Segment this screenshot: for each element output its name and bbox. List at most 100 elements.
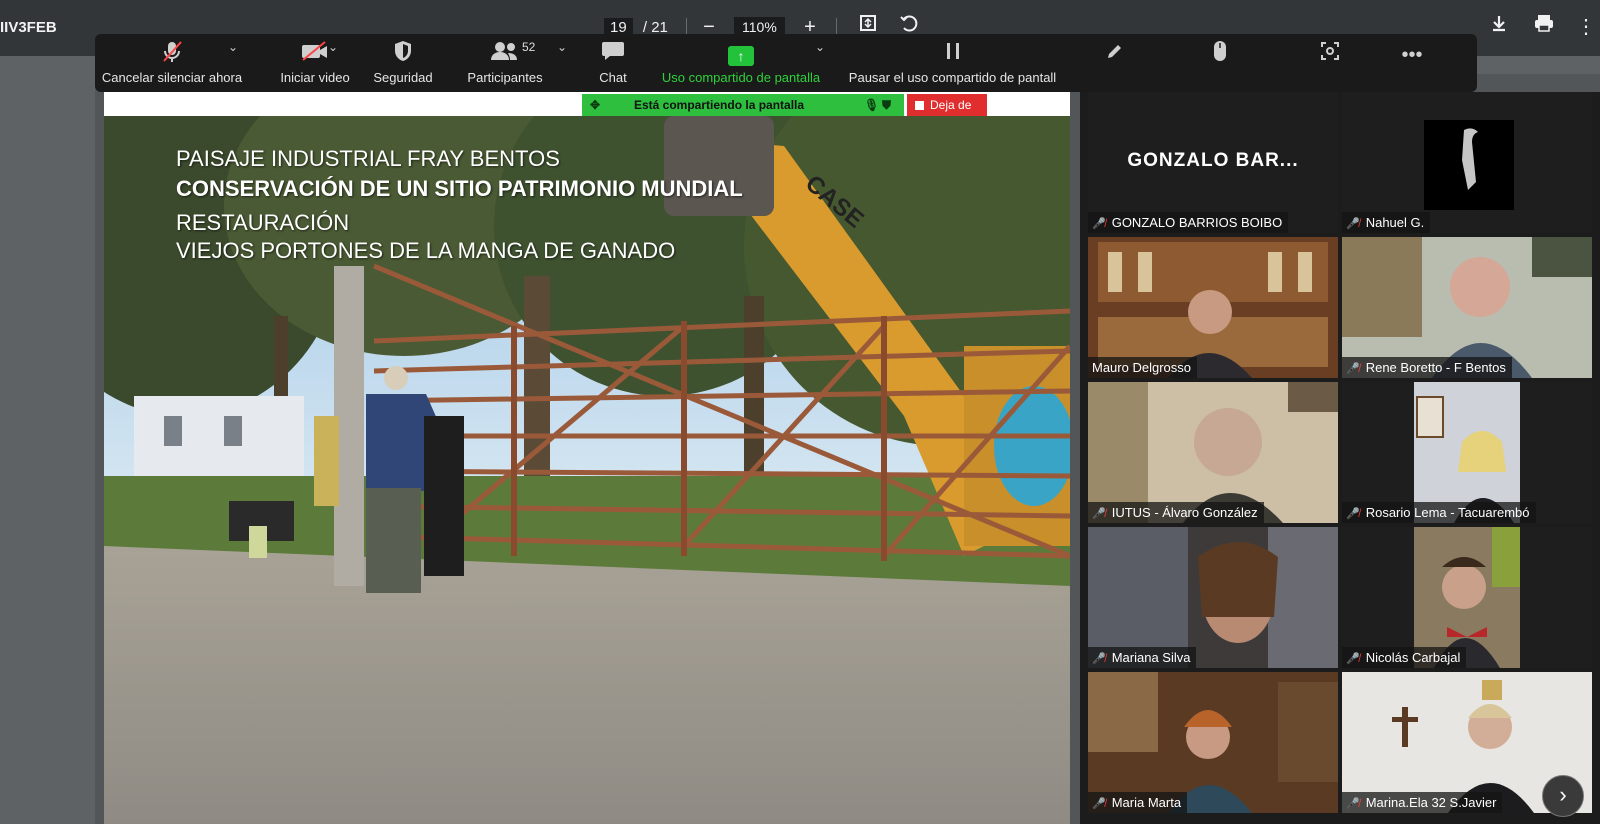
share-screen-arrow-icon: ↑ bbox=[728, 46, 754, 66]
muted-microphone-icon bbox=[97, 40, 247, 70]
participant-tile[interactable]: 🎤̸ Mariana Silva bbox=[1088, 527, 1338, 668]
printer-icon bbox=[1535, 15, 1553, 32]
muted-mic-icon: 🎤̸ bbox=[1092, 653, 1106, 665]
participant-tile-active-speaker[interactable]: Mauro Delgrosso bbox=[1088, 237, 1338, 378]
muted-mic-icon: 🎤̸ bbox=[1092, 218, 1106, 230]
print-button[interactable] bbox=[1530, 13, 1558, 41]
participant-name: Mariana Silva bbox=[1111, 650, 1191, 665]
participant-name: Nicolás Carbajal bbox=[1365, 650, 1461, 665]
mouse-icon bbox=[1205, 40, 1235, 70]
participant-name-tag: 🎤̸ Nahuel G. bbox=[1342, 212, 1431, 233]
muted-mic-icon: 🎤̸ bbox=[1346, 218, 1360, 230]
participants-count: 52 bbox=[522, 40, 536, 54]
pencil-icon bbox=[1100, 40, 1130, 70]
muted-mic-icon: 🎤̸ bbox=[1346, 653, 1360, 665]
drag-handle-icon[interactable]: ✥ bbox=[590, 94, 600, 117]
security-button[interactable]: Seguridad bbox=[357, 34, 449, 92]
start-video-button[interactable]: Iniciar video bbox=[260, 34, 370, 92]
slide-title-line-2: CONSERVACIÓN DE UN SITIO PATRIMONIO MUND… bbox=[176, 176, 743, 201]
participants-label: Participantes bbox=[467, 70, 543, 85]
pdf-sidebar bbox=[0, 56, 95, 824]
unmute-button[interactable]: Cancelar silenciar ahora bbox=[97, 34, 247, 92]
people-icon bbox=[460, 40, 550, 70]
participant-name-tag: 🎤̸ Rene Boretto - F Bentos bbox=[1342, 357, 1512, 378]
participant-name: Maria Marta bbox=[1111, 795, 1182, 810]
remote-control-button[interactable] bbox=[1205, 34, 1235, 92]
participant-tile[interactable]: 🎤̸ Nicolás Carbajal bbox=[1342, 527, 1592, 668]
participant-tile[interactable]: GONZALO BAR... 🎤̸ GONZALO BARRIOS BOIBO bbox=[1088, 92, 1338, 233]
pdf-scroll-strip bbox=[1470, 56, 1600, 74]
participant-name: Rene Boretto - F Bentos bbox=[1365, 360, 1506, 375]
unmute-label: Cancelar silenciar ahora bbox=[101, 70, 243, 85]
shield-icon bbox=[357, 40, 449, 70]
participant-name-tag: 🎤̸ Rosario Lema - Tacuarembó bbox=[1342, 502, 1536, 523]
stop-share-label: Deja de bbox=[930, 98, 972, 112]
participant-tile[interactable]: 🎤̸ Rene Boretto - F Bentos bbox=[1342, 237, 1592, 378]
video-options-chevron-icon[interactable]: ⌄ bbox=[328, 40, 338, 54]
banner-shield-icon: ⛊ bbox=[882, 98, 892, 112]
participant-name-tag: 🎤̸ GONZALO BARRIOS BOIBO bbox=[1088, 212, 1289, 233]
participant-tile[interactable]: 🎤̸ Maria Marta bbox=[1088, 672, 1338, 813]
chat-label: Chat bbox=[599, 70, 627, 85]
video-off-icon bbox=[260, 40, 370, 70]
participant-tile[interactable]: 🎤̸ Nahuel G. bbox=[1342, 92, 1592, 233]
document-title: IIV3FEB bbox=[0, 19, 57, 36]
participant-name-tag: 🎤̸ IUTUS - Álvaro González bbox=[1088, 502, 1264, 523]
share-options-chevron-icon[interactable]: ⌄ bbox=[815, 40, 825, 54]
participant-tile[interactable]: 🎤̸ Rosario Lema - Tacuarembó bbox=[1342, 382, 1592, 523]
participant-name-tag: 🎤̸ Mariana Silva bbox=[1088, 647, 1197, 668]
screen: IIV3FEB 19 / 21 − 110% + ⋮ Cancelar sile… bbox=[0, 0, 1600, 824]
muted-mic-icon: 🎤̸ bbox=[1346, 363, 1360, 375]
muted-mic-icon: 🎤̸ bbox=[1092, 798, 1106, 810]
participant-name: IUTUS - Álvaro González bbox=[1111, 505, 1258, 520]
stop-share-button[interactable]: Deja de bbox=[907, 94, 987, 117]
presentation-slide: CASE PAISAJE INDUSTRIAL FRAY BENTOS CONS… bbox=[104, 116, 1070, 824]
focus-frame-icon bbox=[1315, 40, 1345, 70]
banner-muted-mic-icon: 🎙 bbox=[864, 98, 880, 112]
participant-display-name: GONZALO BAR... bbox=[1127, 150, 1299, 171]
participant-name-tag: 🎤̸ Marina.Ela 32 S.Javier bbox=[1342, 792, 1503, 813]
pause-share-button[interactable]: Pausar el uso compartido de pantall bbox=[840, 34, 1065, 92]
chat-bubble-icon bbox=[583, 40, 643, 70]
next-page-button[interactable]: › bbox=[1542, 775, 1584, 817]
share-screen-label: Uso compartido de pantalla bbox=[661, 70, 821, 85]
participants-button[interactable]: Participantes bbox=[460, 34, 550, 92]
slide-title-line-1: PAISAJE INDUSTRIAL FRAY BENTOS bbox=[176, 146, 560, 171]
muted-mic-icon: 🎤̸ bbox=[1346, 798, 1360, 810]
muted-mic-icon: 🎤̸ bbox=[1346, 508, 1360, 520]
chat-button[interactable]: Chat bbox=[583, 34, 643, 92]
slide-title-line-3: RESTAURACIÓN bbox=[176, 210, 350, 235]
share-screen-button[interactable]: ↑ Uso compartido de pantalla bbox=[655, 34, 827, 92]
rotate-icon bbox=[900, 15, 918, 32]
more-options-button[interactable]: ••• bbox=[1397, 34, 1427, 92]
download-button[interactable] bbox=[1485, 13, 1513, 41]
participant-name-tag: 🎤̸ Nicolás Carbajal bbox=[1342, 647, 1467, 668]
stop-square-icon bbox=[915, 101, 924, 110]
participant-video bbox=[1424, 120, 1514, 210]
participant-name: Rosario Lema - Tacuarembó bbox=[1365, 505, 1530, 520]
more-menu-button[interactable]: ⋮ bbox=[1572, 13, 1600, 41]
sharing-banner-text: Está compartiendo la pantalla bbox=[634, 98, 805, 112]
audio-options-chevron-icon[interactable]: ⌄ bbox=[228, 40, 238, 54]
start-video-label: Iniciar video bbox=[280, 70, 350, 85]
slide-title-line-4: VIEJOS PORTONES DE LA MANGA DE GANADO bbox=[176, 238, 676, 263]
more-dots-icon: ••• bbox=[1401, 44, 1423, 66]
participant-tile[interactable]: 🎤̸ IUTUS - Álvaro González bbox=[1088, 382, 1338, 523]
pause-share-label: Pausar el uso compartido de pantall bbox=[848, 70, 1057, 85]
annotate-button[interactable] bbox=[1100, 34, 1130, 92]
sharing-banner: ✥ Está compartiendo la pantalla 🎙 ⛊ bbox=[582, 94, 904, 117]
meeting-toolbar: Cancelar silenciar ahora ⌄ Iniciar video… bbox=[95, 34, 1477, 92]
security-label: Seguridad bbox=[373, 70, 433, 85]
participant-name: Marina.Ela 32 S.Javier bbox=[1365, 795, 1497, 810]
participant-name: GONZALO BARRIOS BOIBO bbox=[1111, 215, 1283, 230]
fit-page-icon bbox=[860, 15, 876, 31]
participant-name-tag: Mauro Delgrosso bbox=[1088, 357, 1197, 378]
participant-name: Mauro Delgrosso bbox=[1092, 360, 1191, 375]
participants-options-chevron-icon[interactable]: ⌄ bbox=[557, 40, 567, 54]
download-icon bbox=[1493, 16, 1505, 32]
pause-icon bbox=[840, 40, 1065, 70]
participant-name-tag: 🎤̸ Maria Marta bbox=[1088, 792, 1188, 813]
focus-button[interactable] bbox=[1315, 34, 1345, 92]
chevron-right-icon: › bbox=[1559, 782, 1567, 807]
participant-name: Nahuel G. bbox=[1365, 215, 1425, 230]
